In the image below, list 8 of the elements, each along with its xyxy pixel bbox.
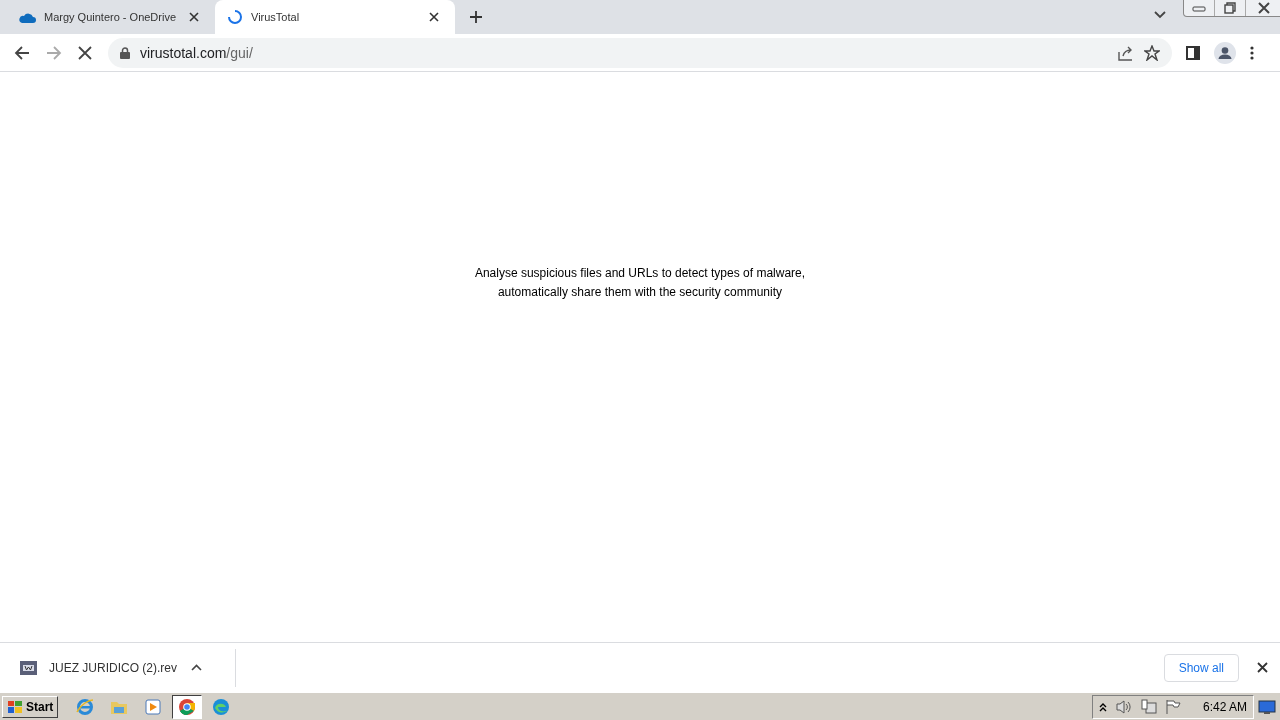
browser-tab[interactable]: Margy Quintero - OneDrive	[0, 0, 215, 34]
start-button[interactable]: Start	[2, 695, 59, 718]
download-filename[interactable]: JUEZ JURIDICO (2).rev	[49, 660, 177, 675]
show-all-button[interactable]: Show all	[1163, 653, 1239, 682]
clock-text: 6:42 AM	[1202, 699, 1247, 714]
tagline-text: Analyse suspicious files and URLs to detect types of malware, automatically share them with the security community	[474, 265, 806, 301]
browser-tab[interactable]: VirusTotal	[215, 0, 455, 34]
address-bar[interactable]: virustotal.com/gui/	[108, 37, 1172, 68]
